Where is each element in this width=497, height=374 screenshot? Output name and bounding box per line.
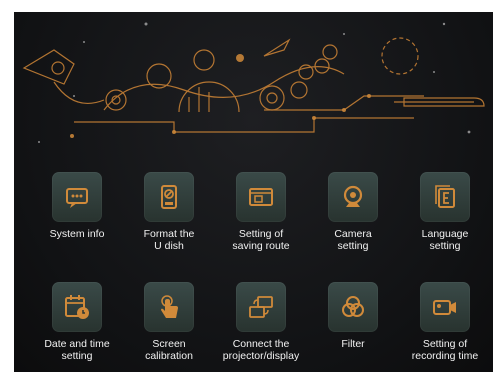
chat-bubble-icon	[52, 172, 102, 222]
tile-label: Connect the projector/display	[222, 338, 300, 362]
tile-recording-time[interactable]: Setting of recording time	[400, 282, 490, 362]
video-camera-icon	[420, 282, 470, 332]
tile-label: System info	[49, 228, 105, 240]
folder-window-icon	[236, 172, 286, 222]
tile-label: Screen calibration	[145, 338, 193, 362]
color-filter-icon	[328, 282, 378, 332]
usb-drive-icon	[144, 172, 194, 222]
tile-label: Filter	[341, 338, 365, 350]
tile-label: Setting of saving route	[232, 228, 290, 252]
touch-hand-icon	[144, 282, 194, 332]
tile-date-time-setting[interactable]: Date and time setting	[32, 282, 122, 362]
tile-label: Camera setting	[334, 228, 372, 252]
tile-label: Language setting	[421, 228, 469, 252]
tile-language-setting[interactable]: Language setting	[400, 172, 490, 252]
webcam-icon	[328, 172, 378, 222]
tech-banner-illustration	[22, 22, 485, 143]
tile-connect-projector[interactable]: Connect the projector/display	[216, 282, 306, 362]
projector-icon	[236, 282, 286, 332]
letter-e-icon	[420, 172, 470, 222]
tile-label: Date and time setting	[44, 338, 110, 362]
tile-system-info[interactable]: System info	[32, 172, 122, 240]
calendar-clock-icon	[52, 282, 102, 332]
tile-saving-route[interactable]: Setting of saving route	[216, 172, 306, 252]
tile-screen-calibration[interactable]: Screen calibration	[124, 282, 214, 362]
tile-camera-setting[interactable]: Camera setting	[308, 172, 398, 252]
tile-label: Setting of recording time	[411, 338, 479, 362]
tile-format-u-dish[interactable]: Format the U dish	[124, 172, 214, 252]
tile-filter[interactable]: Filter	[308, 282, 398, 350]
settings-screen: System info Format the U dish Setting of…	[14, 12, 493, 372]
tile-label: Format the U dish	[143, 228, 195, 252]
